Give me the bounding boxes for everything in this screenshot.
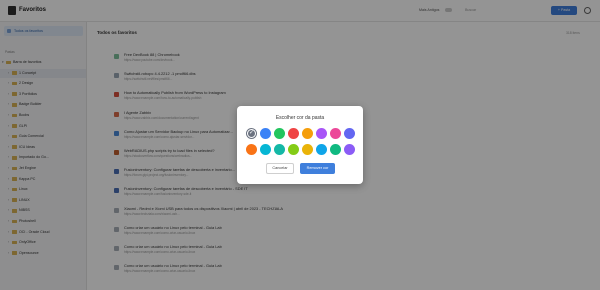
color-swatch[interactable]	[260, 128, 271, 139]
color-swatch[interactable]	[302, 144, 313, 155]
cancel-button[interactable]: Cancelar	[266, 163, 294, 174]
color-swatch[interactable]: ✓	[246, 128, 257, 139]
color-swatch[interactable]	[288, 128, 299, 139]
color-swatch[interactable]	[260, 144, 271, 155]
color-swatch[interactable]	[302, 128, 313, 139]
color-swatch[interactable]	[246, 144, 257, 155]
color-picker-dialog: Escolher cor da pasta ✓ Cancelar Remover…	[237, 106, 363, 184]
color-swatch[interactable]	[316, 144, 327, 155]
color-swatch[interactable]	[274, 128, 285, 139]
color-swatch[interactable]	[330, 128, 341, 139]
color-swatch[interactable]	[344, 128, 355, 139]
color-swatch[interactable]	[344, 144, 355, 155]
color-swatch[interactable]	[274, 144, 285, 155]
check-icon: ✓	[248, 130, 255, 136]
dialog-title: Escolher cor da pasta	[275, 115, 325, 121]
color-swatch[interactable]	[316, 128, 327, 139]
color-swatch[interactable]	[288, 144, 299, 155]
color-swatch[interactable]	[330, 144, 341, 155]
remove-color-button[interactable]: Remover cor	[300, 163, 335, 174]
